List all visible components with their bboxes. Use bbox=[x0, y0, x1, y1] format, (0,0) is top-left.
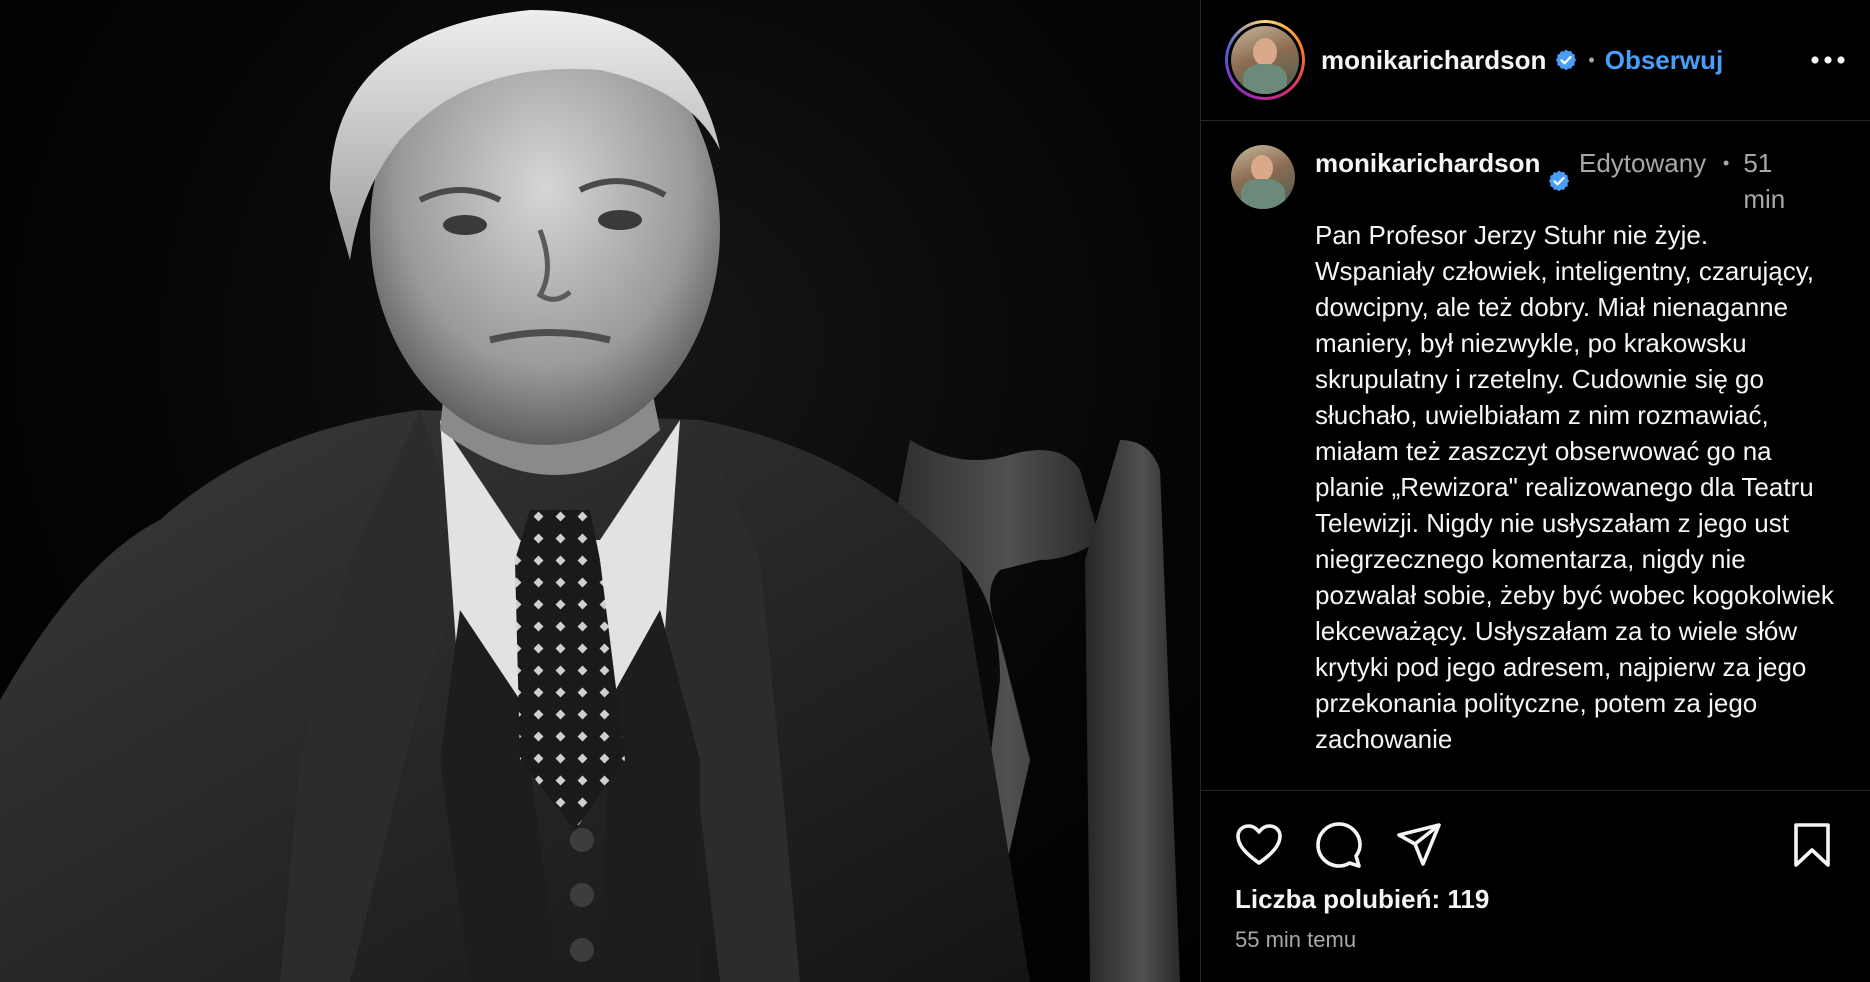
author-username[interactable]: monikarichardson bbox=[1321, 45, 1546, 76]
more-options-icon[interactable] bbox=[1808, 40, 1848, 80]
action-bar bbox=[1201, 810, 1870, 880]
caption-avatar[interactable] bbox=[1231, 145, 1295, 209]
post-side-panel: monikarichardson • Obserwuj monikarichar… bbox=[1201, 0, 1870, 982]
header-dot-separator: • bbox=[1588, 49, 1595, 70]
follow-button[interactable]: Obserwuj bbox=[1605, 45, 1723, 76]
caption-timestamp[interactable]: 51 min bbox=[1743, 145, 1799, 217]
portrait-photo bbox=[0, 10, 1180, 982]
heart-icon[interactable] bbox=[1231, 817, 1287, 873]
bookmark-icon[interactable] bbox=[1784, 817, 1840, 873]
avatar bbox=[1231, 26, 1299, 94]
story-avatar[interactable] bbox=[1225, 20, 1305, 100]
share-icon[interactable] bbox=[1391, 817, 1447, 873]
caption-header: monikarichardson Edytowany • 51 min bbox=[1315, 145, 1835, 217]
post-photo[interactable] bbox=[0, 0, 1200, 982]
caption-text: Pan Profesor Jerzy Stuhr nie żyje. Wspan… bbox=[1315, 220, 1834, 754]
verified-badge-icon bbox=[1556, 49, 1577, 71]
caption-dot-separator: • bbox=[1723, 153, 1730, 173]
post-header: monikarichardson • Obserwuj bbox=[1201, 0, 1870, 121]
edited-label: Edytowany bbox=[1579, 148, 1707, 178]
caption-body: monikarichardson Edytowany • 51 min Pan … bbox=[1315, 145, 1835, 790]
caption-username[interactable]: monikarichardson bbox=[1315, 145, 1543, 181]
instagram-post-modal: monikarichardson • Obserwuj monikarichar… bbox=[0, 0, 1870, 982]
avatar-inner bbox=[1228, 23, 1302, 97]
likes-count[interactable]: Liczba polubień: 119 bbox=[1235, 884, 1489, 915]
verified-badge-icon bbox=[1548, 170, 1570, 192]
comment-icon[interactable] bbox=[1311, 817, 1367, 873]
caption-section: monikarichardson Edytowany • 51 min Pan … bbox=[1201, 121, 1870, 791]
posted-time[interactable]: 55 min temu bbox=[1235, 927, 1356, 953]
